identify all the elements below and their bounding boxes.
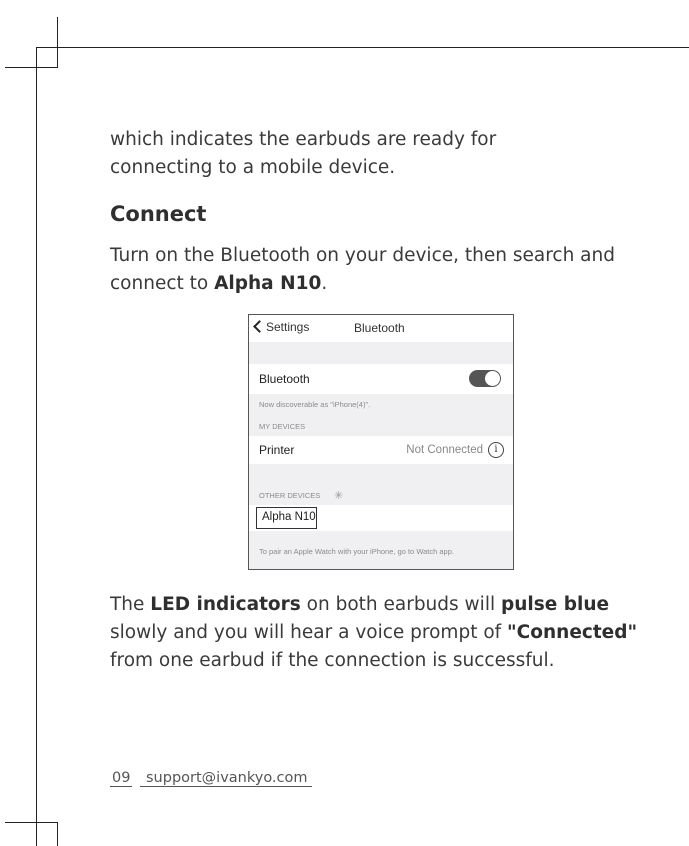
device-name: Alpha N10 [214,273,322,294]
led-text-b: on both earbuds will [300,594,501,615]
printer-row[interactable]: Printer Not Connected i [249,436,513,464]
info-icon[interactable]: i [488,442,504,458]
page-left-border [36,47,37,846]
bluetooth-label: Bluetooth [259,372,310,386]
other-devices-header: OTHER DEVICES [259,491,321,500]
led-text-a: The [110,594,151,615]
pulse-blue-bold: pulse blue [500,594,610,615]
connect-line2-start: connect to [110,273,215,294]
watch-note: To pair an Apple Watch with your iPhone,… [259,547,454,556]
paragraph-ready: which indicates the earbuds are ready fo… [110,129,497,178]
printer-status: Not Connected [406,444,483,456]
paragraph-led: The LED indicators on both earbuds will … [110,591,670,675]
loading-spinner-icon: ✳ [334,490,344,502]
nav-bar: Settings Bluetooth [249,315,513,342]
back-button[interactable]: Settings [253,320,310,334]
crop-mark-bottom-horizontal [5,822,58,823]
alpha-n10-device[interactable]: Alpha N10 [256,507,317,529]
chevron-left-icon [253,320,266,333]
crop-mark-top-horizontal [5,67,58,68]
crop-mark-top-vertical [57,17,58,68]
page-number: 09 [110,770,133,787]
section-heading-connect: Connect [110,202,207,226]
discoverable-note: Now discoverable as "iPhone(4)". [259,400,371,409]
back-label: Settings [266,320,310,334]
connect-line2-end: . [321,273,328,294]
nav-title: Bluetooth [354,321,405,335]
page-top-border [36,47,689,48]
paragraph-connect: Turn on the Bluetooth on your device, th… [110,242,630,298]
led-text-d: from one earbud if the connection is suc… [110,650,555,671]
led-text-c: slowly and you will hear a voice prompt … [110,622,508,643]
led-indicators-bold: LED indicators [150,594,301,615]
support-email[interactable]: support@ivankyo.com [140,770,312,787]
toggle-knob [485,371,500,386]
connected-bold: "Connected" [507,622,638,643]
crop-mark-bottom-vertical [57,822,58,846]
bluetooth-row: Bluetooth [249,364,513,394]
my-devices-header: MY DEVICES [259,422,306,431]
connect-line1: Turn on the Bluetooth on your device, th… [110,245,615,266]
bluetooth-settings-screenshot: Settings Bluetooth Bluetooth Now discove… [248,314,514,570]
bluetooth-toggle[interactable] [469,370,501,387]
printer-label: Printer [259,443,295,457]
alpha-n10-label: Alpha N10 [262,511,316,523]
